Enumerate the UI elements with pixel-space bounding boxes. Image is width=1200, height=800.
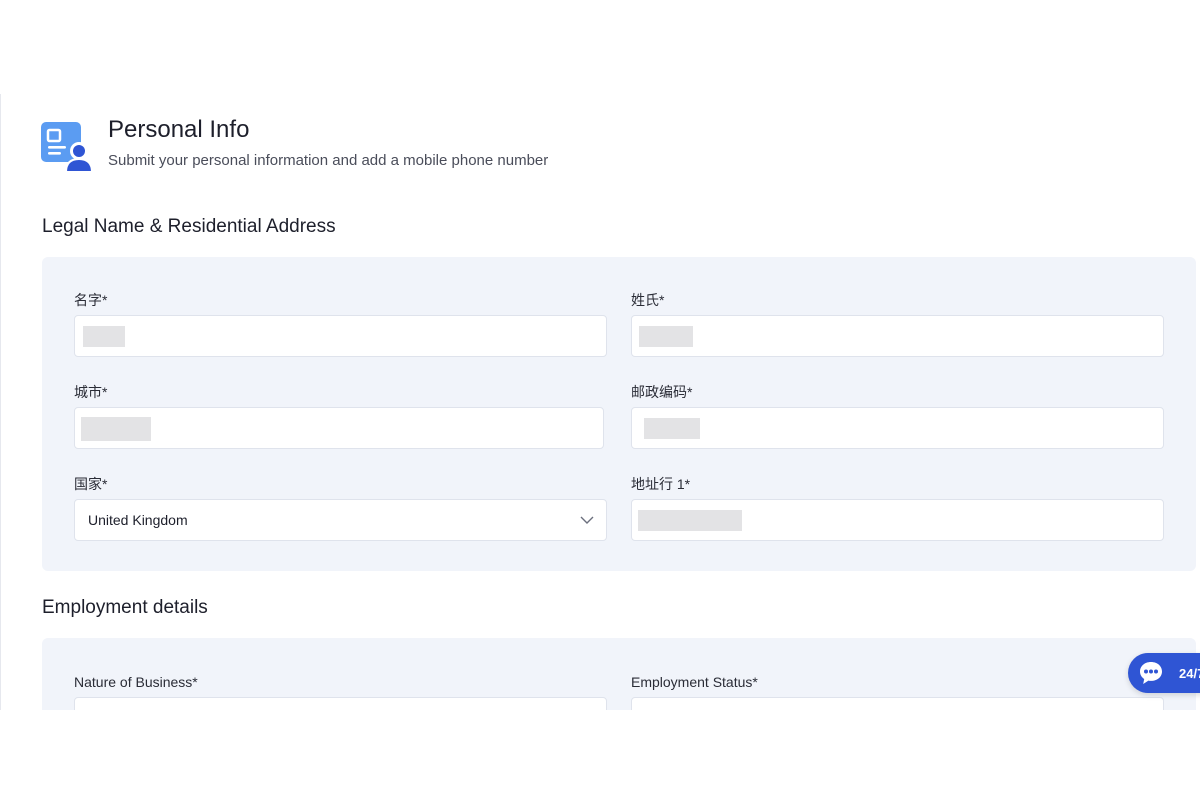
- nature-of-business-select[interactable]: [74, 697, 607, 710]
- first-name-label: 名字*: [74, 292, 108, 308]
- first-name-input[interactable]: [74, 315, 607, 357]
- nature-of-business-field: Nature of Business*: [74, 674, 607, 710]
- employment-status-select[interactable]: [631, 697, 1164, 710]
- page-header: Personal Info Submit your personal infor…: [41, 116, 548, 172]
- postcode-input[interactable]: [631, 407, 1164, 449]
- employment-status-label: Employment Status*: [631, 674, 758, 690]
- legal-name-panel: 名字* 姓氏* 城市* 邮政编码* 国家* United Kingdom 地址行…: [42, 257, 1196, 571]
- last-name-field: 姓氏*: [631, 292, 1164, 357]
- redacted-value: [638, 510, 742, 531]
- page-subtitle: Submit your personal information and add…: [108, 152, 549, 169]
- city-input[interactable]: [74, 407, 604, 449]
- city-field: 城市*: [74, 384, 607, 449]
- last-name-label: 姓氏*: [631, 292, 665, 308]
- address-line1-input[interactable]: [631, 499, 1164, 541]
- redacted-value: [81, 417, 151, 441]
- postcode-label: 邮政编码*: [631, 384, 693, 400]
- last-name-input[interactable]: [631, 315, 1164, 357]
- address-line1-label: 地址行 1*: [631, 476, 691, 492]
- city-label: 城市*: [74, 384, 108, 400]
- nature-of-business-label: Nature of Business*: [74, 674, 198, 690]
- country-field: 国家* United Kingdom: [74, 476, 607, 541]
- country-select[interactable]: United Kingdom: [74, 499, 607, 541]
- section-title-legal: Legal Name & Residential Address: [42, 216, 336, 237]
- employment-status-field: Employment Status*: [631, 674, 1164, 710]
- country-value: United Kingdom: [88, 512, 188, 528]
- chat-bubble-icon: [1140, 662, 1162, 684]
- page-title: Personal Info: [108, 116, 250, 143]
- postcode-field: 邮政编码*: [631, 384, 1164, 449]
- section-title-employment: Employment details: [42, 597, 208, 618]
- chevron-down-icon: [580, 516, 594, 524]
- live-chat-button[interactable]: 24/7: [1128, 653, 1200, 693]
- redacted-value: [644, 418, 700, 439]
- address-line1-field: 地址行 1*: [631, 476, 1164, 541]
- page-viewport: Personal Info Submit your personal infor…: [0, 94, 1200, 710]
- redacted-value: [639, 326, 693, 347]
- first-name-field: 名字*: [74, 292, 607, 357]
- employment-panel: Nature of Business* Employment Status*: [42, 638, 1196, 710]
- personal-info-icon: [41, 122, 94, 172]
- country-label: 国家*: [74, 476, 108, 492]
- redacted-value: [83, 326, 125, 347]
- live-chat-label: 24/7: [1179, 665, 1200, 681]
